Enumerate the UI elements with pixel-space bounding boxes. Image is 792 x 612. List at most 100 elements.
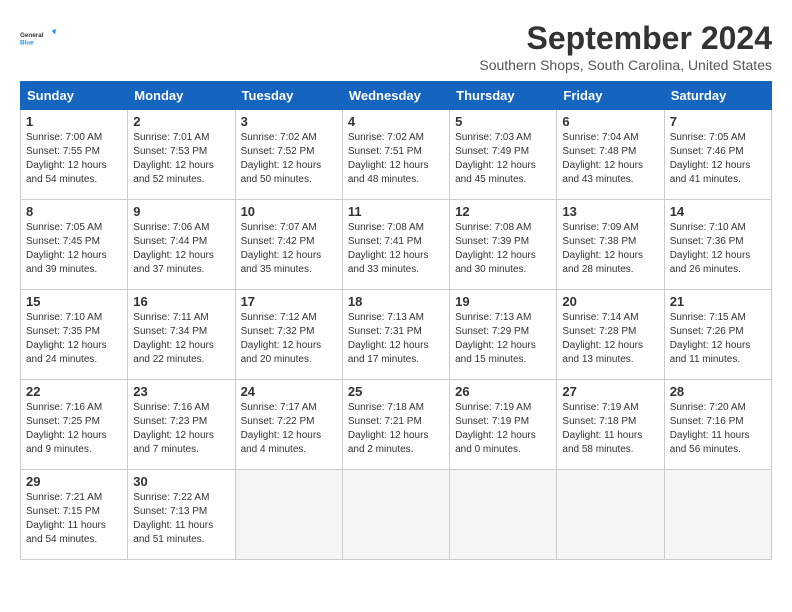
day-info: Sunrise: 7:10 AM Sunset: 7:35 PM Dayligh…	[26, 311, 122, 367]
column-header-saturday: Saturday	[664, 82, 771, 110]
calendar-cell: 19 Sunrise: 7:13 AM Sunset: 7:29 PM Dayl…	[450, 290, 557, 380]
svg-text:Blue: Blue	[20, 39, 34, 46]
calendar-cell: 18 Sunrise: 7:13 AM Sunset: 7:31 PM Dayl…	[342, 290, 449, 380]
day-info: Sunrise: 7:06 AM Sunset: 7:44 PM Dayligh…	[133, 221, 229, 277]
calendar-cell: 21 Sunrise: 7:15 AM Sunset: 7:26 PM Dayl…	[664, 290, 771, 380]
day-info: Sunrise: 7:14 AM Sunset: 7:28 PM Dayligh…	[562, 311, 658, 367]
day-info: Sunrise: 7:02 AM Sunset: 7:52 PM Dayligh…	[241, 131, 337, 187]
day-number: 4	[348, 114, 444, 129]
day-number: 18	[348, 294, 444, 309]
calendar-cell: 7 Sunrise: 7:05 AM Sunset: 7:46 PM Dayli…	[664, 110, 771, 200]
day-number: 11	[348, 204, 444, 219]
calendar-table: SundayMondayTuesdayWednesdayThursdayFrid…	[20, 81, 772, 560]
day-number: 30	[133, 474, 229, 489]
calendar-week-1: 1 Sunrise: 7:00 AM Sunset: 7:55 PM Dayli…	[21, 110, 772, 200]
calendar-cell: 30 Sunrise: 7:22 AM Sunset: 7:13 PM Dayl…	[128, 470, 235, 560]
calendar-cell: 6 Sunrise: 7:04 AM Sunset: 7:48 PM Dayli…	[557, 110, 664, 200]
day-info: Sunrise: 7:04 AM Sunset: 7:48 PM Dayligh…	[562, 131, 658, 187]
month-title: September 2024	[479, 20, 772, 57]
day-number: 27	[562, 384, 658, 399]
day-info: Sunrise: 7:19 AM Sunset: 7:19 PM Dayligh…	[455, 401, 551, 457]
column-header-friday: Friday	[557, 82, 664, 110]
day-info: Sunrise: 7:13 AM Sunset: 7:29 PM Dayligh…	[455, 311, 551, 367]
logo: GeneralBlue	[20, 20, 56, 56]
calendar-week-5: 29 Sunrise: 7:21 AM Sunset: 7:15 PM Dayl…	[21, 470, 772, 560]
day-number: 12	[455, 204, 551, 219]
day-info: Sunrise: 7:05 AM Sunset: 7:46 PM Dayligh…	[670, 131, 766, 187]
column-header-tuesday: Tuesday	[235, 82, 342, 110]
day-number: 13	[562, 204, 658, 219]
day-info: Sunrise: 7:15 AM Sunset: 7:26 PM Dayligh…	[670, 311, 766, 367]
day-number: 3	[241, 114, 337, 129]
column-header-wednesday: Wednesday	[342, 82, 449, 110]
calendar-cell: 28 Sunrise: 7:20 AM Sunset: 7:16 PM Dayl…	[664, 380, 771, 470]
day-number: 6	[562, 114, 658, 129]
day-info: Sunrise: 7:02 AM Sunset: 7:51 PM Dayligh…	[348, 131, 444, 187]
calendar-cell: 14 Sunrise: 7:10 AM Sunset: 7:36 PM Dayl…	[664, 200, 771, 290]
day-number: 28	[670, 384, 766, 399]
column-header-thursday: Thursday	[450, 82, 557, 110]
day-number: 14	[670, 204, 766, 219]
day-info: Sunrise: 7:16 AM Sunset: 7:23 PM Dayligh…	[133, 401, 229, 457]
day-info: Sunrise: 7:18 AM Sunset: 7:21 PM Dayligh…	[348, 401, 444, 457]
day-info: Sunrise: 7:05 AM Sunset: 7:45 PM Dayligh…	[26, 221, 122, 277]
day-info: Sunrise: 7:12 AM Sunset: 7:32 PM Dayligh…	[241, 311, 337, 367]
calendar-cell: 27 Sunrise: 7:19 AM Sunset: 7:18 PM Dayl…	[557, 380, 664, 470]
day-info: Sunrise: 7:01 AM Sunset: 7:53 PM Dayligh…	[133, 131, 229, 187]
day-number: 1	[26, 114, 122, 129]
calendar-cell: 25 Sunrise: 7:18 AM Sunset: 7:21 PM Dayl…	[342, 380, 449, 470]
day-info: Sunrise: 7:19 AM Sunset: 7:18 PM Dayligh…	[562, 401, 658, 457]
day-number: 23	[133, 384, 229, 399]
header: GeneralBlue September 2024 Southern Shop…	[20, 20, 772, 73]
calendar-cell	[342, 470, 449, 560]
calendar-week-3: 15 Sunrise: 7:10 AM Sunset: 7:35 PM Dayl…	[21, 290, 772, 380]
day-info: Sunrise: 7:16 AM Sunset: 7:25 PM Dayligh…	[26, 401, 122, 457]
calendar-cell: 4 Sunrise: 7:02 AM Sunset: 7:51 PM Dayli…	[342, 110, 449, 200]
day-number: 7	[670, 114, 766, 129]
calendar-cell: 9 Sunrise: 7:06 AM Sunset: 7:44 PM Dayli…	[128, 200, 235, 290]
day-number: 20	[562, 294, 658, 309]
day-number: 19	[455, 294, 551, 309]
day-number: 21	[670, 294, 766, 309]
column-header-sunday: Sunday	[21, 82, 128, 110]
day-number: 17	[241, 294, 337, 309]
day-info: Sunrise: 7:13 AM Sunset: 7:31 PM Dayligh…	[348, 311, 444, 367]
calendar-cell: 22 Sunrise: 7:16 AM Sunset: 7:25 PM Dayl…	[21, 380, 128, 470]
day-number: 25	[348, 384, 444, 399]
day-info: Sunrise: 7:21 AM Sunset: 7:15 PM Dayligh…	[26, 491, 122, 547]
calendar-week-2: 8 Sunrise: 7:05 AM Sunset: 7:45 PM Dayli…	[21, 200, 772, 290]
calendar-cell: 10 Sunrise: 7:07 AM Sunset: 7:42 PM Dayl…	[235, 200, 342, 290]
calendar-cell: 3 Sunrise: 7:02 AM Sunset: 7:52 PM Dayli…	[235, 110, 342, 200]
calendar-cell: 1 Sunrise: 7:00 AM Sunset: 7:55 PM Dayli…	[21, 110, 128, 200]
calendar-cell: 20 Sunrise: 7:14 AM Sunset: 7:28 PM Dayl…	[557, 290, 664, 380]
day-number: 2	[133, 114, 229, 129]
day-info: Sunrise: 7:09 AM Sunset: 7:38 PM Dayligh…	[562, 221, 658, 277]
day-info: Sunrise: 7:22 AM Sunset: 7:13 PM Dayligh…	[133, 491, 229, 547]
calendar-week-4: 22 Sunrise: 7:16 AM Sunset: 7:25 PM Dayl…	[21, 380, 772, 470]
day-number: 24	[241, 384, 337, 399]
calendar-cell: 12 Sunrise: 7:08 AM Sunset: 7:39 PM Dayl…	[450, 200, 557, 290]
day-info: Sunrise: 7:08 AM Sunset: 7:41 PM Dayligh…	[348, 221, 444, 277]
calendar-cell: 5 Sunrise: 7:03 AM Sunset: 7:49 PM Dayli…	[450, 110, 557, 200]
day-number: 15	[26, 294, 122, 309]
day-info: Sunrise: 7:08 AM Sunset: 7:39 PM Dayligh…	[455, 221, 551, 277]
day-number: 26	[455, 384, 551, 399]
calendar-cell: 17 Sunrise: 7:12 AM Sunset: 7:32 PM Dayl…	[235, 290, 342, 380]
calendar-cell	[235, 470, 342, 560]
calendar-cell	[557, 470, 664, 560]
calendar-cell: 8 Sunrise: 7:05 AM Sunset: 7:45 PM Dayli…	[21, 200, 128, 290]
calendar-cell	[450, 470, 557, 560]
calendar-cell: 24 Sunrise: 7:17 AM Sunset: 7:22 PM Dayl…	[235, 380, 342, 470]
svg-text:General: General	[20, 32, 44, 39]
calendar-cell: 26 Sunrise: 7:19 AM Sunset: 7:19 PM Dayl…	[450, 380, 557, 470]
day-number: 10	[241, 204, 337, 219]
calendar-cell: 29 Sunrise: 7:21 AM Sunset: 7:15 PM Dayl…	[21, 470, 128, 560]
calendar-cell: 15 Sunrise: 7:10 AM Sunset: 7:35 PM Dayl…	[21, 290, 128, 380]
calendar-cell: 13 Sunrise: 7:09 AM Sunset: 7:38 PM Dayl…	[557, 200, 664, 290]
header-row: SundayMondayTuesdayWednesdayThursdayFrid…	[21, 82, 772, 110]
column-header-monday: Monday	[128, 82, 235, 110]
day-info: Sunrise: 7:10 AM Sunset: 7:36 PM Dayligh…	[670, 221, 766, 277]
calendar-cell: 11 Sunrise: 7:08 AM Sunset: 7:41 PM Dayl…	[342, 200, 449, 290]
title-area: September 2024 Southern Shops, South Car…	[479, 20, 772, 73]
day-info: Sunrise: 7:11 AM Sunset: 7:34 PM Dayligh…	[133, 311, 229, 367]
